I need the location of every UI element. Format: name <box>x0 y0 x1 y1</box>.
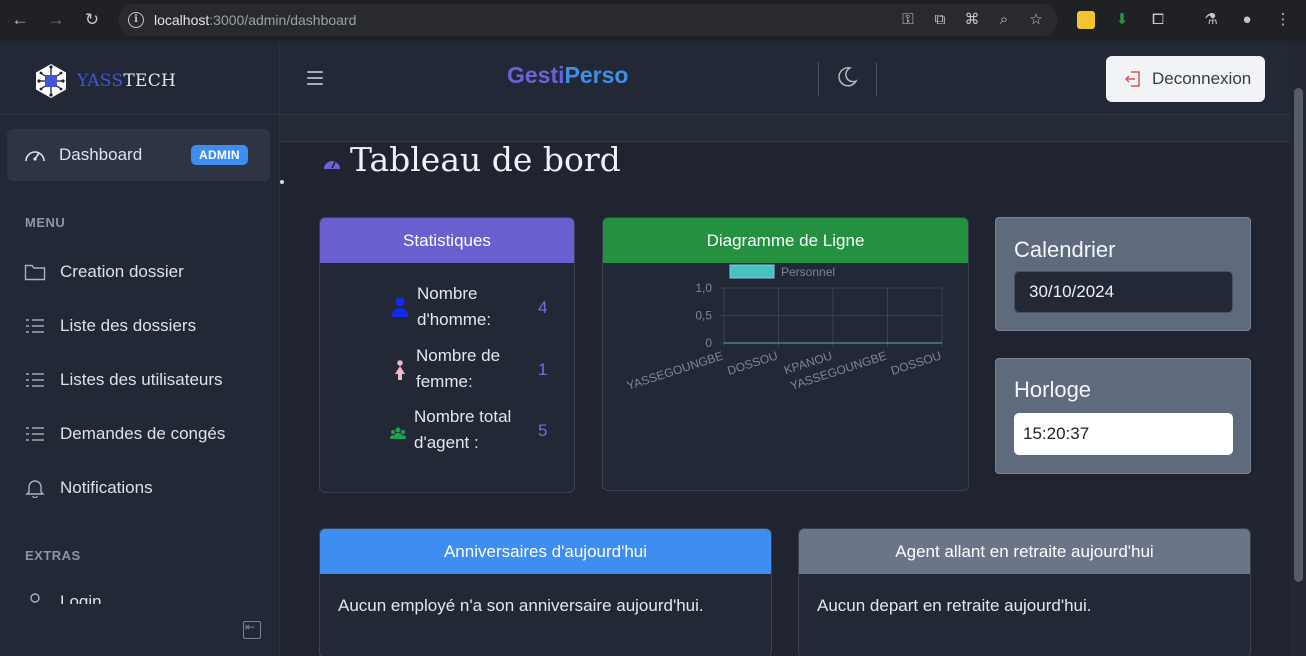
sidebar-item-demandes-conges[interactable]: Demandes de congés <box>24 424 225 444</box>
divider <box>818 62 819 96</box>
sidebar-item-label: Notifications <box>60 478 153 497</box>
breadcrumb-bar <box>280 114 1290 142</box>
female-icon <box>394 360 412 380</box>
card-header: Diagramme de Ligne <box>603 218 968 263</box>
birthday-message: Aucun employé n'a son anniversaire aujou… <box>338 596 704 615</box>
y-tick-label: 0 <box>705 336 712 350</box>
url-text: localhost:3000/admin/dashboard <box>154 12 357 28</box>
legend-label: Personnel <box>781 265 835 279</box>
speedometer-icon <box>24 145 46 165</box>
scrollbar-thumb[interactable] <box>1294 88 1303 582</box>
y-tick-label: 0,5 <box>695 309 712 323</box>
logout-label: Deconnexion <box>1152 69 1252 88</box>
stat-label-women: Nombre de femme: <box>416 346 501 391</box>
stat-value-men: 4 <box>538 298 548 317</box>
hamburger-menu-icon[interactable] <box>307 71 323 85</box>
profile-icon[interactable]: ● <box>1236 9 1258 31</box>
lock-icon <box>24 592 46 604</box>
extras-section-title: EXTRAS <box>25 548 81 563</box>
site-info-icon[interactable]: i <box>128 12 144 28</box>
retirement-message: Aucun depart en retraite aujourd'hui. <box>817 596 1092 615</box>
sidebar-item-listes-utilisateurs[interactable]: Listes des utilisateurs <box>24 370 223 390</box>
brand-name: YASSTECH <box>77 71 177 91</box>
divider <box>0 114 280 115</box>
card-header: Agent allant en retraite aujourd'hui <box>799 529 1250 574</box>
list-icon <box>24 370 46 390</box>
x-tick-label: YASSEGOUNGBE <box>625 349 725 393</box>
collapse-sidebar-icon[interactable] <box>243 620 261 639</box>
page-scrollbar[interactable] <box>1290 44 1306 656</box>
bookmark-star-icon[interactable]: ☆ <box>1025 9 1047 31</box>
brand[interactable]: YASSTECH <box>33 62 176 100</box>
time-field[interactable]: 15:20:37 <box>1014 413 1233 455</box>
menu-section-title: MENU <box>25 215 66 230</box>
key-icon[interactable]: ⚿ <box>897 9 919 31</box>
clock-card: Horloge 15:20:37 <box>995 358 1251 474</box>
translate-icon[interactable]: ⌘ <box>961 9 983 31</box>
page-title: Tableau de bord <box>350 140 621 179</box>
browser-toolbar: ← → ↻ i localhost:3000/admin/dashboard ⚿… <box>0 0 1306 40</box>
stat-label-total: Nombre total d'agent : <box>414 407 512 452</box>
clock-title: Horloge <box>1014 377 1092 402</box>
card-header: Anniversaires d'aujourd'hui <box>320 529 771 574</box>
zoom-icon[interactable]: ⌕ <box>993 9 1015 31</box>
y-tick-label: 1,0 <box>695 281 712 295</box>
reload-icon[interactable]: ↻ <box>81 9 103 31</box>
folder-icon <box>24 262 46 282</box>
admin-badge: ADMIN <box>191 145 248 165</box>
legend-swatch <box>729 264 775 279</box>
sidebar-item-label: Login <box>60 592 102 604</box>
card-header: Statistiques <box>320 218 574 263</box>
stat-label-men: Nombre d'homme: <box>417 284 492 329</box>
calendar-card: Calendrier 30/10/2024 <box>995 217 1251 331</box>
bell-icon <box>24 478 46 499</box>
sidebar-item-creation-dossier[interactable]: Creation dossier <box>24 262 184 282</box>
sidebar-item-liste-dossiers[interactable]: Liste des dossiers <box>24 316 196 336</box>
sidebar: YASSTECH Dashboard ADMIN MENU Creation d… <box>0 44 280 656</box>
group-icon <box>390 426 408 444</box>
forward-icon[interactable]: → <box>45 9 67 31</box>
line-chart-card: Diagramme de Ligne 1,0 0,5 0 YASSEGOUNGBE DO… <box>602 217 969 491</box>
lab-flask-icon[interactable]: ⚗ <box>1200 9 1222 31</box>
list-icon <box>24 424 46 444</box>
sidebar-item-label: Liste des dossiers <box>60 316 197 335</box>
male-icon <box>391 297 409 317</box>
speedometer-icon <box>323 156 341 171</box>
x-tick-label: DOSSOU <box>726 349 780 378</box>
stat-value-women: 1 <box>538 360 548 379</box>
app-title: GestiPerso <box>507 62 629 88</box>
sidebar-item-label: Listes des utilisateurs <box>60 370 223 389</box>
list-icon <box>24 316 46 336</box>
statistics-card: Statistiques Nombre d'homme: 4 Nombre de f… <box>319 217 575 493</box>
sidebar-item-label: Demandes de congés <box>60 424 226 443</box>
date-field[interactable]: 30/10/2024 <box>1014 271 1233 313</box>
open-external-icon[interactable]: ⧉ <box>929 9 951 31</box>
bullet <box>280 180 284 184</box>
dark-mode-moon-icon[interactable] <box>836 66 858 88</box>
x-tick-label: DOSSOU <box>889 349 943 378</box>
extension-arrow-icon[interactable]: ⬇ <box>1111 9 1133 31</box>
logo-icon <box>33 63 69 99</box>
top-header: GestiPerso Deconnexion <box>280 44 1290 114</box>
extensions-puzzle-icon[interactable]: ⧠ <box>1147 9 1169 31</box>
calendar-title: Calendrier <box>1014 237 1116 262</box>
sidebar-item-dashboard[interactable]: Dashboard ADMIN <box>7 129 270 181</box>
divider <box>876 62 877 96</box>
logout-icon <box>1124 70 1142 88</box>
chart-area: 1,00,50YASSEGOUNGBE DOSSOU KPANOUYASSEGOUN… <box>625 264 943 393</box>
extension-download-icon[interactable] <box>1077 11 1095 29</box>
menu-kebab-icon[interactable]: ⋮ <box>1272 9 1294 31</box>
sidebar-item-label: Dashboard <box>59 145 143 164</box>
logout-button[interactable]: Deconnexion <box>1106 56 1265 102</box>
retirement-card: Agent allant en retraite aujourd'hui Auc… <box>798 528 1251 656</box>
back-icon[interactable]: ← <box>9 9 31 31</box>
sidebar-item-label: Creation dossier <box>60 262 184 281</box>
stat-value-total: 5 <box>538 421 548 440</box>
birthday-card: Anniversaires d'aujourd'hui Aucun employ… <box>319 528 772 656</box>
sidebar-item-notifications[interactable]: Notifications <box>24 478 153 499</box>
sidebar-item-login[interactable]: Login <box>24 592 274 604</box>
